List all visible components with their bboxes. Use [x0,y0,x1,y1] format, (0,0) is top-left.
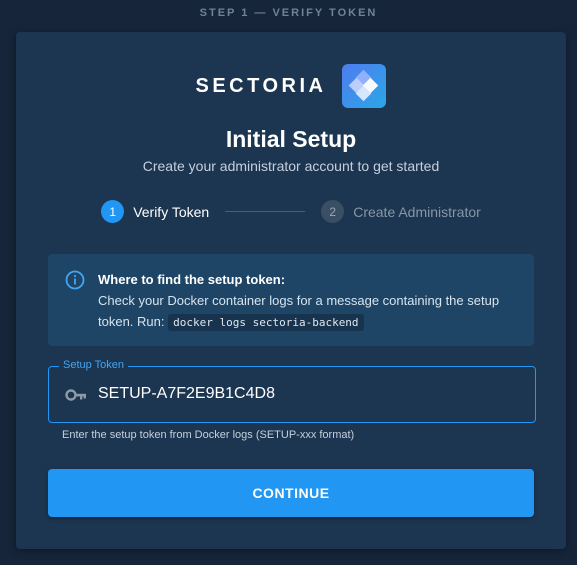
info-alert: Where to find the setup token: Check you… [48,254,534,346]
stepper-connector [225,211,306,212]
info-icon [65,270,85,290]
step-number: 2 [321,200,345,223]
step-caption: STEP 1 — VERIFY TOKEN [199,7,378,19]
setup-card: SECTORIA Initial Setup Create your admin… [16,32,566,549]
step-label: Create Administrator [353,203,481,220]
setup-token-label: Setup Token [59,359,128,371]
step-number: 1 [101,200,125,223]
page-subtitle: Create your administrator account to get… [142,158,440,174]
diamond-cluster-icon [342,64,387,108]
stepper: 1 Verify Token 2 Create Administrator [16,200,566,223]
step-label: Verify Token [133,203,210,220]
step-verify-token: 1 Verify Token [101,200,209,223]
info-heading: Where to find the setup token: [98,272,286,287]
key-icon [65,385,87,405]
continue-button[interactable]: CONTINUE [48,469,534,517]
setup-page: STEP 1 — VERIFY TOKEN SECTORIA Initial S… [0,0,577,565]
brand-name: SECTORIA [195,74,327,97]
page-title: Initial Setup [225,126,357,152]
setup-token-input[interactable] [98,379,518,409]
brand: SECTORIA [16,64,566,108]
info-text: Where to find the setup token: Check you… [98,269,518,333]
setup-token-helper: Enter the setup token from Docker logs (… [62,429,355,441]
step-create-administrator: 2 Create Administrator [321,200,481,223]
docker-command: docker logs sectoria-backend [168,314,364,331]
setup-token-field: Setup Token [48,359,536,423]
